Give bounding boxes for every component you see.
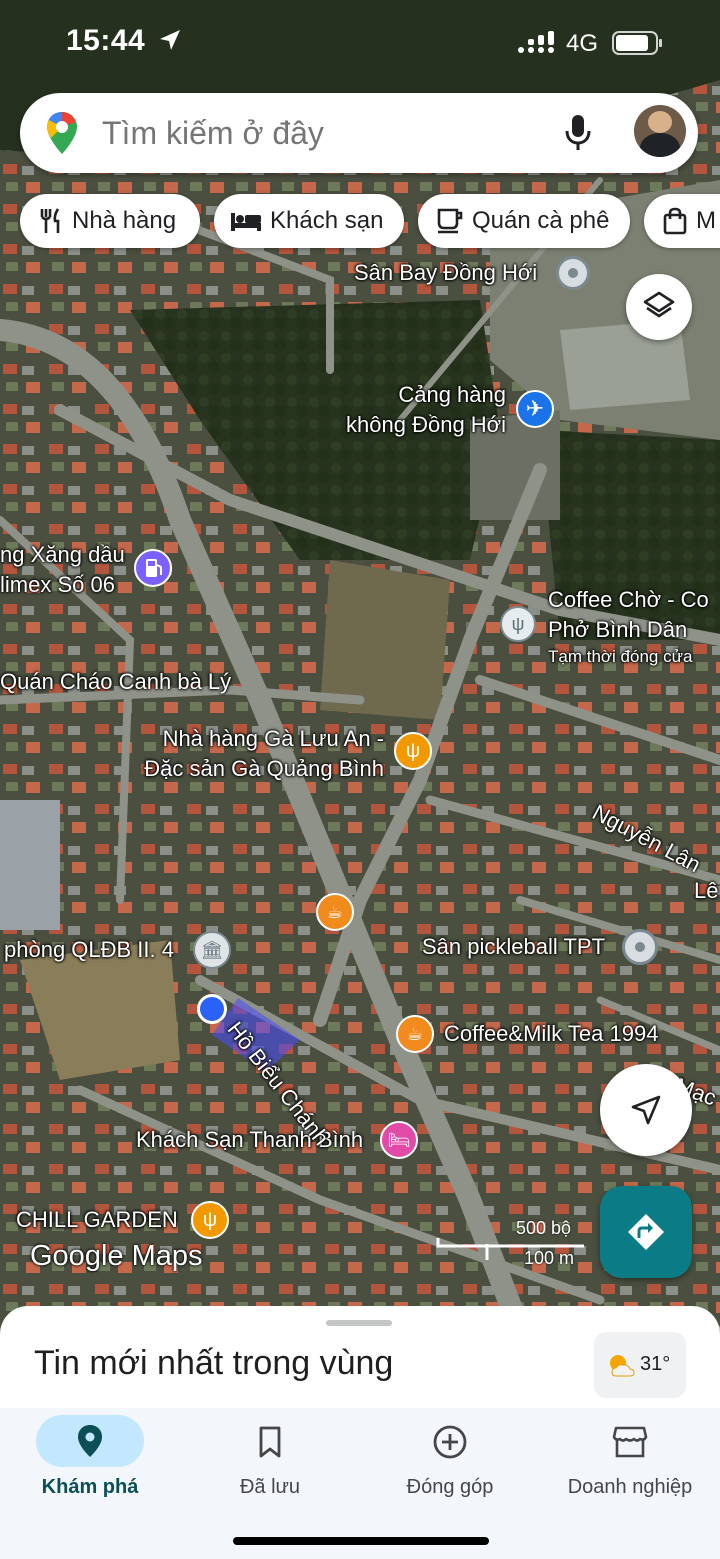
explore-pin-icon	[78, 1425, 102, 1457]
add-circle-icon	[433, 1425, 467, 1459]
layers-button[interactable]	[626, 274, 692, 340]
label-line: Đặc sản Gà Quảng Bình	[144, 756, 384, 781]
hotel-pin[interactable]: 🛏	[380, 1121, 418, 1159]
place-label-gas-station[interactable]: ng Xăng dầu limex Số 06	[0, 540, 125, 600]
place-label-chill-garden[interactable]: CHILL GARDEN	[16, 1205, 178, 1235]
label-line: limex Số 06	[0, 572, 115, 597]
place-label-ga-luu-an[interactable]: Nhà hàng Gà Lưu An - Đặc sản Gà Quảng Bì…	[120, 724, 384, 784]
layers-icon	[643, 291, 675, 318]
partly-sunny-icon	[610, 1355, 635, 1377]
nav-label: Đã lưu	[239, 1476, 301, 1498]
nav-explore[interactable]: Khám phá	[0, 1408, 180, 1528]
label-line: Phở Bình Dân	[548, 617, 688, 642]
place-label-coffee-cho[interactable]: Coffee Chờ - Co Phở Bình Dân Tạm thời đó…	[548, 585, 709, 669]
gas-station-pin[interactable]	[134, 549, 172, 587]
place-label-pickleball[interactable]: Sân pickleball TPT	[422, 932, 605, 962]
closed-note: Tạm thời đóng cửa	[548, 647, 693, 666]
chip-label: Quán cà phê	[472, 207, 610, 234]
bookmark-icon	[259, 1426, 281, 1458]
current-location-dot	[197, 994, 227, 1024]
storefront-icon	[612, 1426, 648, 1458]
label-line: ng Xăng dầu	[0, 542, 125, 567]
label-line: không Đồng Hới	[346, 412, 506, 437]
location-arrow-icon	[160, 30, 181, 50]
nav-contribute[interactable]: Đóng góp	[360, 1408, 540, 1528]
nav-label: Khám phá	[41, 1476, 139, 1498]
nav-saved[interactable]: Đã lưu	[180, 1408, 360, 1528]
weather-badge[interactable]: 31°	[594, 1332, 686, 1398]
place-label-airport[interactable]: Sân Bay Đồng Hới	[354, 258, 537, 288]
directions-button[interactable]	[600, 1186, 692, 1278]
street-label-le: Lê	[694, 878, 719, 903]
landmark-pin[interactable]	[556, 256, 590, 290]
restaurant-pin[interactable]: ψ	[394, 732, 432, 770]
chip-label: M	[696, 207, 716, 234]
label-line: Coffee Chờ - Co	[548, 587, 709, 612]
chip-restaurants[interactable]: Nhà hàng	[20, 194, 200, 248]
chip-label: Khách sạn	[270, 207, 384, 234]
search-input[interactable]	[100, 107, 544, 159]
cafe-pin[interactable]: ☕	[316, 893, 354, 931]
landmark-pin-pickleball[interactable]	[622, 929, 658, 965]
battery-icon	[612, 31, 662, 55]
temperature: 31°	[640, 1353, 671, 1375]
place-label-qldb[interactable]: phòng QLĐB II. 4	[4, 935, 174, 965]
place-label-airport-name[interactable]: Cảng hàng không Đồng Hới	[330, 380, 506, 440]
status-time: 15:44	[66, 24, 182, 58]
label-line: Cảng hàng	[398, 382, 506, 407]
place-label-milktea[interactable]: Coffee&Milk Tea 1994	[444, 1019, 658, 1049]
nav-label: Doanh nghiệp	[567, 1476, 693, 1498]
home-indicator	[233, 1537, 489, 1545]
avatar[interactable]	[634, 105, 686, 157]
restaurant-pin-chill[interactable]: ψ	[191, 1201, 229, 1239]
chip-hotels[interactable]: Khách sạn	[214, 194, 404, 248]
maps-pin-logo-icon	[47, 112, 77, 154]
airport-pin[interactable]: ✈	[516, 390, 554, 428]
government-pin[interactable]: 🏛	[193, 931, 231, 969]
shopping-icon	[663, 207, 687, 235]
restaurant-pin-grey[interactable]: ψ	[500, 606, 536, 642]
label-line: Nhà hàng Gà Lưu An -	[162, 726, 384, 751]
chip-shopping[interactable]: M	[644, 194, 720, 248]
directions-icon	[628, 1214, 664, 1250]
sheet-title: Tin mới nhất trong vùng	[34, 1344, 394, 1382]
hotel-icon	[231, 213, 261, 231]
nav-business[interactable]: Doanh nghiệp	[540, 1408, 720, 1528]
network-type: 4G	[566, 30, 599, 57]
sheet-drag-handle[interactable]	[326, 1320, 392, 1326]
search-bar[interactable]	[20, 93, 698, 173]
my-location-button[interactable]	[600, 1064, 692, 1156]
place-label-chao[interactable]: Quán Cháo Canh bà Lý	[0, 667, 231, 697]
chip-label: Nhà hàng	[72, 207, 177, 234]
status-bar: 15:44 4G	[0, 0, 720, 88]
cafe-pin-milktea[interactable]: ☕	[396, 1015, 434, 1053]
nav-label: Đóng góp	[406, 1476, 494, 1498]
restaurant-icon	[40, 208, 60, 233]
scale-imperial: 500 bộ	[516, 1218, 572, 1238]
navigation-arrow-icon	[631, 1095, 661, 1125]
coffee-icon	[437, 208, 463, 234]
signal-icon	[518, 31, 554, 53]
google-maps-logo: Google Maps	[30, 1240, 203, 1272]
microphone-icon[interactable]	[564, 113, 592, 153]
fuel-icon	[146, 559, 162, 577]
scale-metric: 100 m	[524, 1248, 575, 1268]
chip-cafes[interactable]: Quán cà phê	[418, 194, 630, 248]
